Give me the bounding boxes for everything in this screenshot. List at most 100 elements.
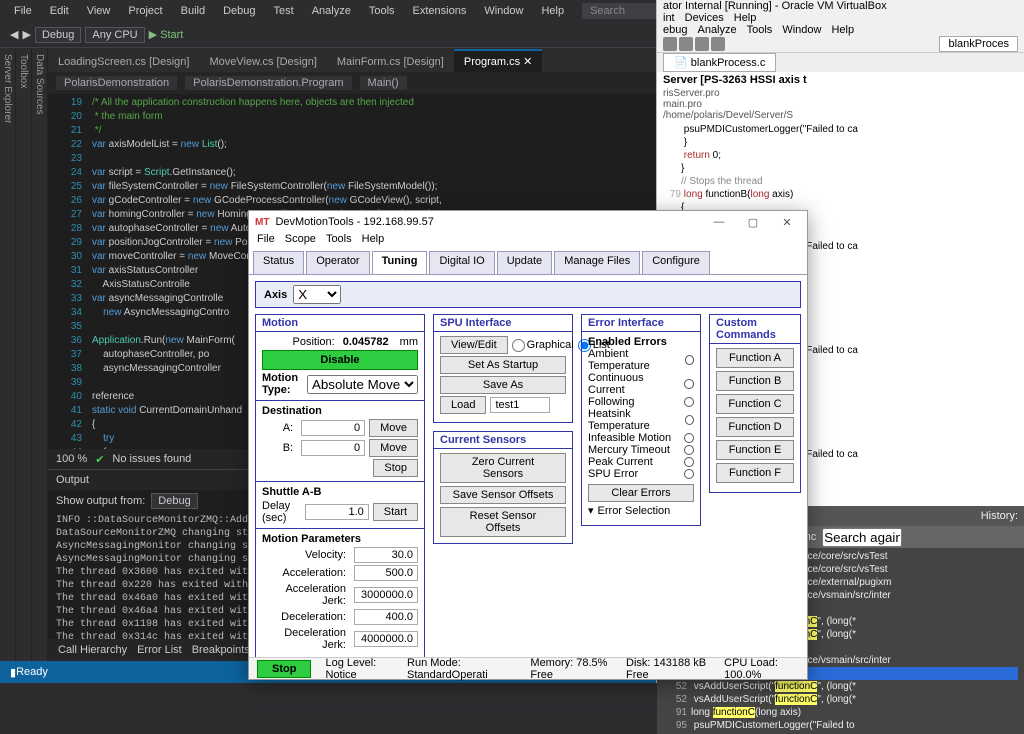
side-data-sources[interactable]: Data Sources: [32, 48, 48, 661]
dest-a-input[interactable]: 0: [301, 420, 365, 436]
maximize-button[interactable]: ▢: [739, 216, 767, 229]
save-offsets-button[interactable]: Save Sensor Offsets: [440, 486, 566, 504]
command-button[interactable]: Function F: [716, 463, 794, 483]
menu-window[interactable]: Window: [476, 3, 531, 19]
tab-configure[interactable]: Configure: [642, 251, 710, 274]
menu-analyze[interactable]: Analyze: [304, 3, 359, 19]
move-a-button[interactable]: Move: [369, 419, 418, 437]
command-button[interactable]: Function D: [716, 417, 794, 437]
stop-button[interactable]: Stop: [373, 459, 418, 477]
graphical-radio[interactable]: Graphical: [512, 339, 574, 352]
tool-icon[interactable]: [711, 37, 725, 51]
menu-tools[interactable]: Tools: [326, 233, 352, 251]
error-item[interactable]: Continuous Current: [588, 372, 694, 396]
error-item[interactable]: Mercury Timeout: [588, 444, 694, 456]
crumb-class[interactable]: PolarisDemonstration.Program: [185, 76, 351, 90]
tool-icon[interactable]: [679, 37, 693, 51]
command-button[interactable]: Function E: [716, 440, 794, 460]
error-item[interactable]: Infeasible Motion: [588, 432, 694, 444]
view-edit-button[interactable]: View/Edit: [440, 336, 508, 354]
platform-combo[interactable]: Any CPU: [85, 27, 144, 43]
axis-select[interactable]: X: [293, 285, 341, 304]
load-input[interactable]: test1: [490, 397, 550, 413]
file-tab2[interactable]: blankProces: [939, 36, 1018, 52]
tab-tuning[interactable]: Tuning: [372, 251, 428, 274]
delay-input[interactable]: 1.0: [305, 504, 369, 520]
search-again-input[interactable]: [822, 528, 902, 547]
side-server-explorer[interactable]: Server Explorer: [0, 48, 16, 661]
command-button[interactable]: Function B: [716, 371, 794, 391]
param-input[interactable]: 4000000.0: [354, 631, 418, 647]
run-button[interactable]: ▶ Start: [149, 28, 184, 41]
chevron-down-icon[interactable]: ▾: [588, 504, 594, 517]
crumb-project[interactable]: PolarisDemonstration: [56, 76, 177, 90]
menu-file[interactable]: File: [257, 233, 275, 251]
error-item[interactable]: Following: [588, 396, 694, 408]
side-toolbox[interactable]: Toolbox: [16, 48, 32, 661]
back-icon[interactable]: ◀: [10, 28, 18, 41]
tab-error-list[interactable]: Error List: [137, 644, 182, 656]
file-tab[interactable]: 📄 blankProcess.c: [663, 53, 776, 72]
start-button[interactable]: Start: [373, 503, 418, 521]
tool-icon[interactable]: [695, 37, 709, 51]
error-item[interactable]: Heatsink Temperature: [588, 408, 694, 432]
close-button[interactable]: ✕: [773, 216, 801, 229]
menu-file[interactable]: File: [6, 3, 40, 19]
config-combo[interactable]: Debug: [35, 27, 81, 43]
menu-build[interactable]: Build: [173, 3, 213, 19]
close-icon[interactable]: ✕: [523, 56, 532, 68]
minimize-button[interactable]: —: [705, 216, 733, 228]
doc-tab[interactable]: MoveView.cs [Design]: [199, 52, 326, 72]
tab-manage-files[interactable]: Manage Files: [554, 251, 640, 274]
move-b-button[interactable]: Move: [369, 439, 418, 457]
menu-help[interactable]: Help: [362, 233, 385, 251]
dest-b-label: B:: [262, 442, 297, 454]
reset-offsets-button[interactable]: Reset Sensor Offsets: [440, 507, 566, 537]
menu-help[interactable]: Help: [533, 3, 572, 19]
error-item[interactable]: Ambient Temperature: [588, 348, 694, 372]
dest-b-input[interactable]: 0: [301, 440, 365, 456]
menu-debug[interactable]: Debug: [215, 3, 263, 19]
tab-call-hierarchy[interactable]: Call Hierarchy: [58, 644, 127, 656]
crumb-method[interactable]: Main(): [360, 76, 407, 90]
tab-update[interactable]: Update: [497, 251, 552, 274]
tab-digitalio[interactable]: Digital IO: [429, 251, 494, 274]
vbx-toolbar[interactable]: blankProces: [657, 36, 1024, 53]
error-item[interactable]: SPU Error: [588, 468, 694, 480]
vbx-app-menu[interactable]: ebugAnalyzeToolsWindowHelp: [657, 24, 1024, 36]
tool-icon[interactable]: [663, 37, 677, 51]
param-input[interactable]: 400.0: [354, 609, 418, 625]
menu-test[interactable]: Test: [266, 3, 302, 19]
tab-breakpoints[interactable]: Breakpoints: [192, 644, 250, 656]
vbx-host-menu[interactable]: intDevicesHelp: [657, 12, 1024, 24]
tab-operator[interactable]: Operator: [306, 251, 369, 274]
clear-errors-button[interactable]: Clear Errors: [588, 484, 694, 502]
save-as-button[interactable]: Save As: [440, 376, 566, 394]
menu-extensions[interactable]: Extensions: [405, 3, 475, 19]
param-input[interactable]: 500.0: [354, 565, 418, 581]
doc-tab-active[interactable]: Program.cs ✕: [454, 49, 543, 72]
menu-project[interactable]: Project: [120, 3, 170, 19]
output-from-combo[interactable]: Debug: [151, 493, 197, 509]
error-item[interactable]: Peak Current: [588, 456, 694, 468]
error-selection[interactable]: Error Selection: [598, 505, 671, 517]
zero-sensors-button[interactable]: Zero Current Sensors: [440, 453, 566, 483]
menu-edit[interactable]: Edit: [42, 3, 77, 19]
command-button[interactable]: Function C: [716, 394, 794, 414]
stop-button[interactable]: Stop: [257, 660, 311, 678]
doc-tab[interactable]: LoadingScreen.cs [Design]: [48, 52, 199, 72]
motion-type-select[interactable]: Absolute Move: [307, 375, 418, 394]
menu-tools[interactable]: Tools: [361, 3, 403, 19]
set-startup-button[interactable]: Set As Startup: [440, 356, 566, 374]
command-button[interactable]: Function A: [716, 348, 794, 368]
menu-scope[interactable]: Scope: [285, 233, 316, 251]
menu-view[interactable]: View: [79, 3, 119, 19]
param-label: Acceleration:: [262, 567, 350, 579]
fwd-icon[interactable]: ▶: [22, 28, 30, 41]
disable-button[interactable]: Disable: [262, 350, 418, 370]
tab-status[interactable]: Status: [253, 251, 304, 274]
doc-tab[interactable]: MainForm.cs [Design]: [327, 52, 454, 72]
param-input[interactable]: 30.0: [354, 547, 418, 563]
load-button[interactable]: Load: [440, 396, 486, 414]
param-input[interactable]: 3000000.0: [354, 587, 418, 603]
